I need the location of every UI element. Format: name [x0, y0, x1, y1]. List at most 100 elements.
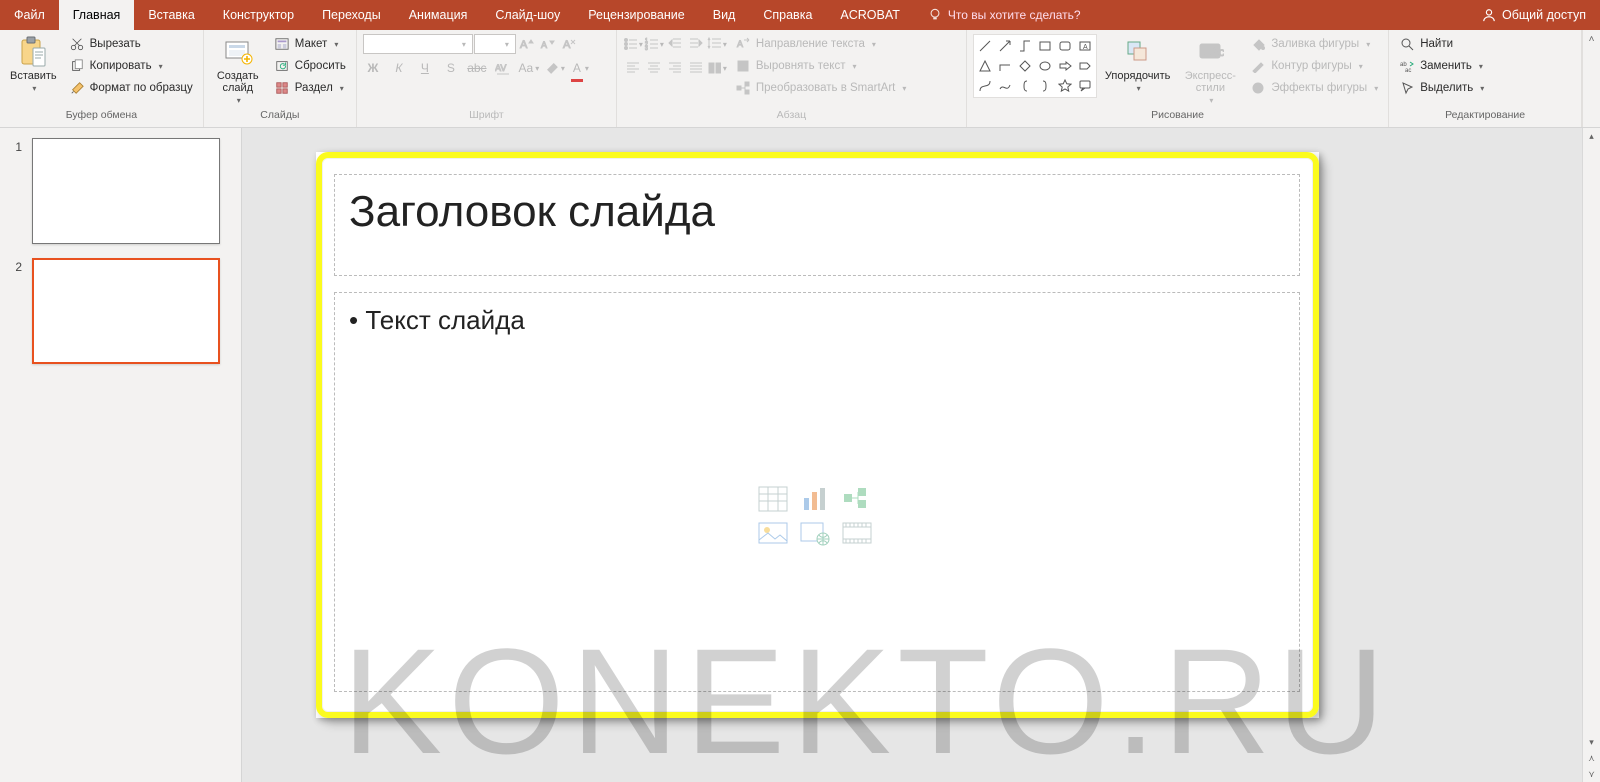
arrange-button[interactable]: Упорядочить▾ — [1101, 34, 1174, 95]
insert-chart-icon[interactable] — [800, 486, 830, 512]
copy-button[interactable]: Копировать▾ — [65, 56, 197, 76]
bucket-icon — [1250, 36, 1266, 52]
shape-pentagon-icon — [1076, 57, 1094, 75]
numbering-button[interactable]: 123▾ — [644, 34, 664, 54]
tab-help[interactable]: Справка — [749, 0, 826, 30]
tab-design[interactable]: Конструктор — [209, 0, 308, 30]
tab-acrobat[interactable]: ACROBAT — [826, 0, 914, 30]
title-text: Заголовок слайда — [349, 187, 715, 236]
highlight-button[interactable]: ▾ — [545, 58, 565, 78]
bullets-button[interactable]: ▾ — [623, 34, 643, 54]
thumbnail-2[interactable]: 2 — [12, 258, 229, 364]
paste-icon — [17, 36, 49, 68]
convert-smartart-button[interactable]: Преобразовать в SmartArt▾ — [731, 78, 911, 98]
share-button[interactable]: Общий доступ — [1468, 0, 1600, 30]
font-name-combo[interactable]: ▾ — [363, 34, 473, 54]
tab-home[interactable]: Главная — [59, 0, 135, 30]
slide-thumbnails-panel: 1 2 — [0, 128, 242, 782]
increase-indent-button[interactable] — [686, 34, 706, 54]
next-slide-button[interactable]: ⋎ — [1584, 766, 1600, 782]
columns-button[interactable]: ▾ — [707, 58, 727, 78]
align-text-button[interactable]: Выровнять текст▾ — [731, 56, 911, 76]
justify-button[interactable] — [686, 58, 706, 78]
section-label: Раздел — [295, 82, 333, 94]
strikethrough-button[interactable]: abc — [467, 58, 487, 78]
tab-file[interactable]: Файл — [0, 0, 59, 30]
underline-button[interactable]: Ч — [415, 58, 435, 78]
shape-triangle-icon — [976, 57, 994, 75]
align-center-button[interactable] — [644, 58, 664, 78]
shape-star-icon — [1056, 77, 1074, 95]
shape-diamond-icon — [1016, 57, 1034, 75]
reset-button[interactable]: Сбросить — [270, 56, 350, 76]
chevron-down-icon: ▾ — [639, 40, 643, 49]
group-drawing: A Упорядочить▾ Abc Экспресс-сти — [967, 30, 1389, 127]
tell-me-search[interactable]: Что вы хотите сделать? — [914, 0, 1095, 30]
scroll-down-button[interactable]: ▾ — [1584, 734, 1600, 750]
pen-icon — [1250, 58, 1266, 74]
shadow-button[interactable]: S — [441, 58, 461, 78]
insert-smartart-icon[interactable] — [842, 486, 872, 512]
thumbnail-preview[interactable] — [32, 258, 220, 364]
chevron-down-icon: ▾ — [660, 40, 664, 49]
svg-text:AV: AV — [495, 63, 506, 73]
share-label: Общий доступ — [1502, 8, 1586, 22]
replace-button[interactable]: abacЗаменить▾ — [1395, 56, 1488, 76]
tab-view[interactable]: Вид — [699, 0, 750, 30]
clear-formatting-button[interactable]: A — [559, 34, 579, 54]
format-painter-button[interactable]: Формат по образцу — [65, 78, 197, 98]
section-button[interactable]: Раздел▾ — [270, 78, 350, 98]
ribbon-collapse-button[interactable]: ˄ — [1582, 30, 1600, 127]
tab-review[interactable]: Рецензирование — [574, 0, 699, 30]
line-spacing-button[interactable]: ▾ — [707, 34, 727, 54]
bold-button[interactable]: Ж — [363, 58, 383, 78]
align-left-button[interactable] — [623, 58, 643, 78]
italic-button[interactable]: К — [389, 58, 409, 78]
cursor-icon — [1399, 80, 1415, 96]
thumbnail-number: 2 — [12, 258, 22, 274]
shapes-gallery[interactable]: A — [973, 34, 1097, 98]
insert-online-picture-icon[interactable] — [800, 520, 830, 546]
chevron-down-icon: ▾ — [32, 84, 36, 93]
chevron-down-icon: ▾ — [1366, 40, 1370, 49]
thumbnail-preview[interactable] — [32, 138, 220, 244]
shape-fill-button[interactable]: Заливка фигуры▾ — [1246, 34, 1382, 54]
tab-slideshow[interactable]: Слайд-шоу — [481, 0, 574, 30]
insert-video-icon[interactable] — [842, 520, 872, 546]
font-color-button[interactable]: A▾ — [571, 58, 591, 78]
vertical-scrollbar[interactable]: ▴ ▾ ⋏ ⋎ — [1582, 128, 1600, 782]
new-slide-button[interactable]: Создать слайд ▾ — [210, 34, 266, 107]
shrink-font-button[interactable]: A — [538, 34, 558, 54]
paste-button[interactable]: Вставить ▾ — [6, 34, 61, 95]
tab-transitions[interactable]: Переходы — [308, 0, 395, 30]
char-spacing-button[interactable]: AV — [493, 58, 513, 78]
change-case-button[interactable]: Aa▾ — [519, 58, 539, 78]
content-placeholder[interactable]: Текст слайда — [334, 292, 1300, 692]
layout-button[interactable]: Макет▾ — [270, 34, 350, 54]
align-right-button[interactable] — [665, 58, 685, 78]
insert-table-icon[interactable] — [758, 486, 788, 512]
shape-roundrect-icon — [1056, 37, 1074, 55]
grow-font-button[interactable]: A — [517, 34, 537, 54]
tab-animations[interactable]: Анимация — [395, 0, 482, 30]
shape-effects-button[interactable]: Эффекты фигуры▾ — [1246, 78, 1382, 98]
font-size-combo[interactable]: ▾ — [474, 34, 516, 54]
prev-slide-button[interactable]: ⋏ — [1584, 750, 1600, 766]
text-direction-button[interactable]: A Направление текста▾ — [731, 34, 911, 54]
decrease-indent-button[interactable] — [665, 34, 685, 54]
section-icon — [274, 80, 290, 96]
find-button[interactable]: Найти — [1395, 34, 1488, 54]
tabbar-spacer — [1095, 0, 1468, 30]
cut-button[interactable]: Вырезать — [65, 34, 197, 54]
paintbrush-icon — [69, 80, 85, 96]
select-button[interactable]: Выделить▾ — [1395, 78, 1488, 98]
slide-canvas[interactable]: Заголовок слайда Текст слайда KONEKTO.RU — [242, 128, 1582, 782]
insert-picture-icon[interactable] — [758, 520, 788, 546]
title-placeholder[interactable]: Заголовок слайда — [334, 174, 1300, 276]
shape-outline-button[interactable]: Контур фигуры▾ — [1246, 56, 1382, 76]
scroll-up-button[interactable]: ▴ — [1584, 128, 1600, 144]
thumbnail-1[interactable]: 1 — [12, 138, 229, 244]
tab-insert[interactable]: Вставка — [134, 0, 208, 30]
scroll-track[interactable] — [1583, 144, 1600, 734]
quick-styles-button[interactable]: Abc Экспресс-стили▾ — [1178, 34, 1242, 107]
